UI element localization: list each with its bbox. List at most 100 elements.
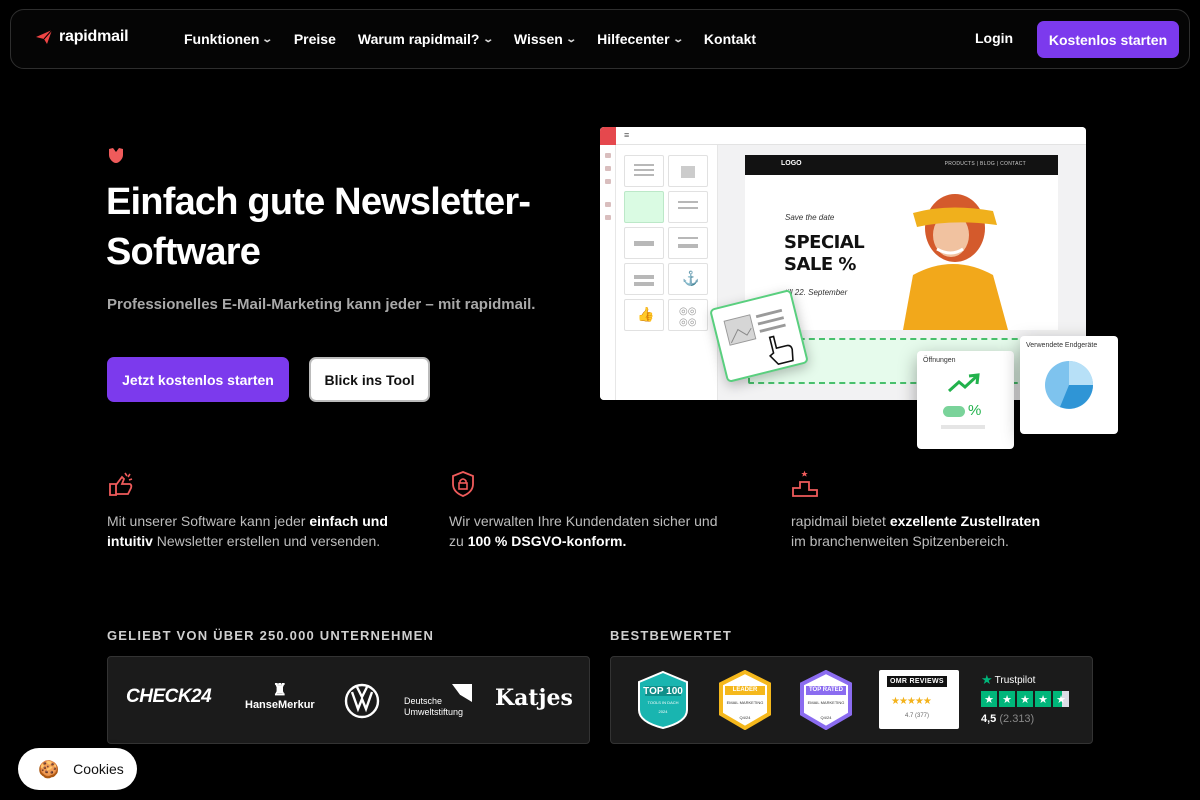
menu-hilfecenter[interactable]: Hilfecenter ⌄	[597, 31, 684, 47]
placeholder-line	[941, 425, 985, 429]
menu-preise[interactable]: Preise	[294, 31, 336, 47]
feature-text-pre: Mit unserer Software kann jeder	[107, 513, 310, 529]
cookie-label: Cookies	[73, 761, 124, 777]
start-free-button[interactable]: Kostenlos starten	[1037, 21, 1179, 58]
trustpilot-score-value: 4,5	[981, 713, 997, 725]
trustpilot-star-icon: ★	[981, 672, 993, 687]
shield-lock-icon	[452, 471, 474, 497]
trustpilot-score: 4,5 (2.313)	[981, 713, 1069, 725]
opens-title: Öffnungen	[923, 357, 956, 364]
menu-label: Warum rapidmail?	[357, 31, 480, 47]
feature-easy: Mit unserer Software kann jeder einfach …	[107, 470, 417, 551]
special-sale-headline: SPECIAL SALE %	[784, 232, 865, 276]
badge-leader-year: Q4/24	[739, 715, 751, 720]
chevron-down-icon: ⌄	[481, 33, 494, 45]
cookie-settings-button[interactable]: 🍪 Cookies	[18, 748, 137, 790]
opens-percent: %	[968, 402, 982, 419]
badge-top100-title: TOP 100	[643, 686, 683, 697]
vw-logo: VW	[344, 683, 380, 719]
feature-delivery: rapidmail bietet exzellente Zustellraten…	[791, 470, 1051, 551]
omr-reviews-badge[interactable]: OMR REVIEWS ★★★★★ 4.7 (377)	[879, 670, 959, 729]
feature-text: Wir verwalten Ihre Kundendaten sicher un…	[449, 511, 719, 551]
best-rated-label: BESTBEWERTET	[610, 628, 733, 643]
tool-preview-button[interactable]: Blick ins Tool	[309, 357, 430, 402]
hero-subtitle: Professionelles E-Mail-Marketing kann je…	[107, 296, 536, 313]
editor-toolbar: ≡	[600, 127, 1086, 145]
chevron-down-icon: ⌄	[565, 33, 577, 45]
star-icon: ★	[1035, 691, 1051, 707]
dbu-text: Deutsche Umweltstiftung	[404, 696, 464, 717]
menu-kontakt[interactable]: Kontakt	[704, 31, 756, 47]
hansemerkur-logo: ♜ HanseMerkur	[245, 682, 315, 712]
chevron-down-icon: ⌄	[261, 33, 274, 45]
block-divider	[624, 263, 664, 295]
badge-top100-year: 2024	[658, 709, 668, 714]
menu-warum[interactable]: Warum rapidmail? ⌄	[357, 31, 494, 47]
vw-emblem-icon	[344, 683, 380, 719]
heart-icon	[109, 148, 123, 163]
block-image	[668, 155, 708, 187]
badge-toprated-year: Q4/24	[820, 715, 832, 720]
feature-text-strong: 100 % DSGVO-konform.	[467, 533, 627, 549]
editor-logo-icon	[600, 127, 616, 145]
hansemerkur-text: HanseMerkur	[245, 699, 315, 711]
brand-logos-box: CHECK24 ♜ HanseMerkur VW Deutsche Umwelt…	[107, 656, 590, 744]
badge-top100-sub: TOOLS IN DACH	[647, 700, 679, 705]
paper-plane-icon	[36, 29, 53, 44]
menu-label: Hilfecenter	[597, 31, 670, 47]
like-icon: 👍	[624, 299, 664, 331]
feature-text: rapidmail bietet exzellente Zustellraten…	[791, 511, 1051, 551]
canvas-links: PRODUCTS | BLOG | CONTACT	[944, 161, 1026, 167]
badge-leader-sub: EMAIL MARKETING	[726, 700, 764, 705]
canvas-header: LOGO PRODUCTS | BLOG | CONTACT	[745, 155, 1058, 175]
trustpilot-stars: ★ ★ ★ ★ ★	[981, 691, 1069, 707]
till-date-text: till 22. September	[785, 288, 848, 297]
block-text	[624, 155, 664, 187]
editor-sidebar	[600, 145, 616, 400]
badge-leader-title: LEADER	[732, 687, 758, 693]
cookie-icon: 🍪	[38, 759, 60, 779]
dbu-logo: Deutsche Umweltstiftung	[404, 684, 472, 718]
content-blocks-panel: ⚓ 👍 ◎◎ ◎◎	[616, 145, 718, 400]
star-icon: ★	[999, 691, 1015, 707]
devices-stats-card: Verwendete Endgeräte	[1020, 336, 1118, 434]
woman-photo	[903, 194, 1008, 330]
menu-label: Wissen	[513, 31, 563, 47]
feature-text-post: Newsletter erstellen und versenden.	[152, 533, 381, 549]
login-link[interactable]: Login	[975, 30, 1013, 46]
star-icon: ★	[1017, 691, 1033, 707]
block-text-button	[668, 227, 708, 259]
customers-label: GELIEBT VON ÜBER 250.000 UNTERNEHMEN	[107, 628, 435, 643]
katjes-logo: Katjes	[495, 685, 573, 711]
menu-wissen[interactable]: Wissen ⌄	[513, 31, 577, 47]
image-text-icon	[723, 308, 786, 346]
main-menu: Funktionen ⌄ Preise Warum rapidmail? ⌄ Wis…	[184, 10, 756, 68]
start-free-hero-button[interactable]: Jetzt kostenlos starten	[107, 357, 289, 402]
save-the-date-text: Save the date	[785, 213, 835, 222]
menu-funktionen[interactable]: Funktionen ⌄	[184, 31, 274, 47]
menu-label: Preise	[293, 31, 336, 47]
omr-reviews-title: OMR REVIEWS	[887, 676, 947, 687]
trustpilot-name: Trustpilot	[994, 674, 1036, 686]
block-button	[624, 227, 664, 259]
top-navigation: rapidmail Funktionen ⌄ Preise Warum rapid…	[10, 9, 1190, 69]
trustpilot-widget[interactable]: ★ Trustpilot ★ ★ ★ ★ ★ 4,5 (2.313)	[981, 672, 1069, 725]
block-empty	[624, 191, 664, 223]
feature-text-strong: exzellente Zustellraten	[889, 513, 1040, 529]
chevron-down-icon: ⌄	[671, 33, 684, 45]
menu-icon: ≡	[624, 130, 630, 140]
block-image-text	[668, 191, 708, 223]
rapidmail-logo[interactable]: rapidmail	[35, 28, 129, 46]
star-icon: ★	[981, 691, 997, 707]
feature-text-pre: rapidmail bietet	[791, 513, 890, 529]
check24-logo: CHECK24	[126, 686, 212, 707]
feature-text: Mit unserer Software kann jeder einfach …	[107, 511, 417, 551]
menu-label: Kontakt	[703, 31, 757, 47]
pie-chart-icon	[1045, 361, 1093, 409]
social-icons-block: ◎◎ ◎◎	[668, 299, 708, 331]
podium-icon	[792, 470, 818, 497]
special-line: SPECIAL	[784, 232, 865, 253]
hansemerkur-crest-icon: ♜	[272, 682, 288, 699]
badge-toprated-title: TOP RATED	[808, 687, 843, 693]
canvas-logo: LOGO	[781, 160, 802, 167]
